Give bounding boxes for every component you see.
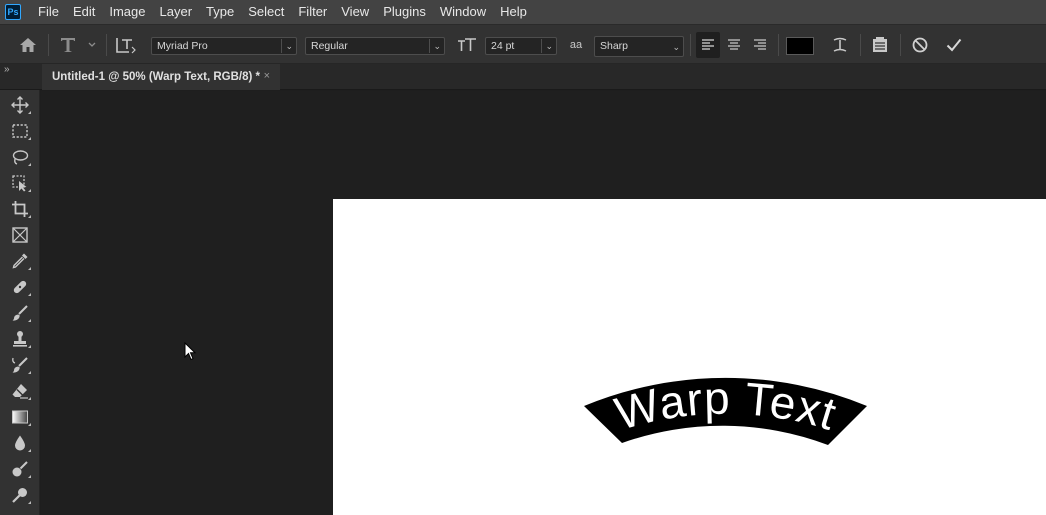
font-size-icon bbox=[455, 25, 479, 65]
menu-type[interactable]: Type bbox=[199, 0, 241, 24]
cancel-icon[interactable] bbox=[908, 25, 932, 65]
text-color-swatch[interactable] bbox=[786, 37, 814, 55]
tools-panel bbox=[0, 90, 40, 515]
warp-text-icon[interactable] bbox=[828, 25, 852, 65]
menu-view[interactable]: View bbox=[334, 0, 376, 24]
menu-bar: Ps File Edit Image Layer Type Select Fil… bbox=[0, 0, 1046, 24]
lasso-tool-icon[interactable] bbox=[6, 145, 34, 169]
document-canvas[interactable]: Warp Text bbox=[333, 199, 1046, 515]
marquee-tool-icon[interactable] bbox=[6, 119, 34, 143]
menu-image[interactable]: Image bbox=[102, 0, 152, 24]
move-tool-icon[interactable] bbox=[6, 93, 34, 117]
tab-untitled-1[interactable]: Untitled-1 @ 50% (Warp Text, RGB/8) * × bbox=[42, 64, 280, 90]
chevron-down-icon: ⌄ bbox=[433, 41, 441, 51]
frame-tool-icon[interactable] bbox=[6, 223, 34, 247]
menu-help[interactable]: Help bbox=[493, 0, 534, 24]
gradient-tool-icon[interactable] bbox=[6, 405, 34, 429]
history-brush-tool-icon[interactable] bbox=[6, 353, 34, 377]
antialias-dropdown[interactable]: Sharp ⌄ bbox=[594, 36, 684, 57]
character-panel-icon[interactable] bbox=[868, 25, 892, 65]
menu-plugins[interactable]: Plugins bbox=[376, 0, 433, 24]
blur-tool-icon[interactable] bbox=[6, 431, 34, 455]
document-tab-bar: » Untitled-1 @ 50% (Warp Text, RGB/8) * … bbox=[0, 64, 1046, 90]
dodge-tool-icon[interactable] bbox=[6, 457, 34, 481]
font-family-dropdown[interactable]: Myriad Pro ⌄ bbox=[151, 37, 297, 55]
object-selection-tool-icon[interactable] bbox=[6, 171, 34, 195]
healing-brush-tool-icon[interactable] bbox=[6, 275, 34, 299]
warp-text-layer[interactable]: Warp Text bbox=[333, 199, 1046, 515]
menu-edit[interactable]: Edit bbox=[66, 0, 102, 24]
commit-icon[interactable] bbox=[942, 25, 966, 65]
text-tool-icon[interactable] bbox=[58, 25, 100, 65]
align-left-icon[interactable] bbox=[696, 32, 720, 58]
tab-title: Untitled-1 @ 50% (Warp Text, RGB/8) * bbox=[52, 71, 261, 83]
align-center-icon[interactable] bbox=[722, 25, 746, 65]
warp-text-content: Warp Text bbox=[610, 372, 842, 441]
chevron-down-icon: ⌄ bbox=[285, 41, 293, 51]
crop-tool-icon[interactable] bbox=[6, 197, 34, 221]
collapse-panel-icon[interactable]: » bbox=[4, 64, 10, 75]
font-size-dropdown[interactable]: 24 pt ⌄ bbox=[485, 37, 557, 55]
menu-layer[interactable]: Layer bbox=[153, 0, 200, 24]
clone-stamp-tool-icon[interactable] bbox=[6, 327, 34, 351]
menu-filter[interactable]: Filter bbox=[291, 0, 334, 24]
menu-file[interactable]: File bbox=[31, 0, 66, 24]
brush-tool-icon[interactable] bbox=[6, 301, 34, 325]
text-orientation-icon[interactable] bbox=[113, 25, 139, 65]
pen-tool-icon[interactable] bbox=[6, 483, 34, 507]
photoshop-logo: Ps bbox=[5, 4, 21, 20]
svg-text:Warp Text: Warp Text bbox=[610, 372, 843, 441]
home-icon[interactable] bbox=[14, 25, 42, 65]
align-right-icon[interactable] bbox=[748, 25, 772, 65]
eraser-tool-icon[interactable] bbox=[6, 379, 34, 403]
menu-window[interactable]: Window bbox=[433, 0, 493, 24]
mouse-cursor-icon bbox=[184, 342, 197, 361]
eyedropper-tool-icon[interactable] bbox=[6, 249, 34, 273]
close-icon[interactable]: × bbox=[264, 70, 270, 82]
chevron-down-icon: ⌄ bbox=[545, 41, 553, 51]
font-style-dropdown[interactable]: Regular ⌄ bbox=[305, 37, 445, 55]
options-bar: Myriad Pro ⌄ Regular ⌄ 24 pt ⌄ aa Sharp ⌄ bbox=[0, 24, 1046, 64]
antialias-icon: aa bbox=[569, 39, 583, 51]
chevron-down-icon: ⌄ bbox=[672, 42, 680, 52]
menu-select[interactable]: Select bbox=[241, 0, 291, 24]
